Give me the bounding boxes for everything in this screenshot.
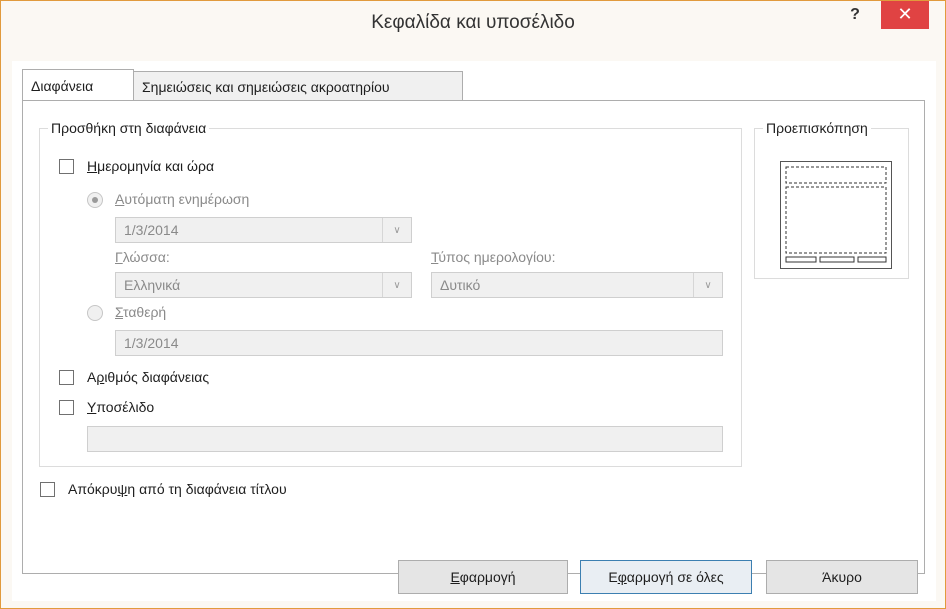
tab-slide-label: Διαφάνεια (31, 78, 94, 94)
include-on-slide-group: Προσθήκη στη διαφάνεια Ημερομηνία και ώρ… (39, 120, 742, 467)
dialog-title: Κεφαλίδα και υποσέλιδο (371, 12, 575, 33)
auto-update-label[interactable]: Αυτόματη ενημέρωση (115, 191, 249, 207)
calendar-type-label: Τύπος ημερολογίου: (431, 249, 556, 265)
fixed-label[interactable]: Σταθερή (115, 304, 166, 320)
chevron-down-icon: ∨ (693, 273, 722, 297)
close-button[interactable]: ✕ (881, 1, 929, 29)
dialog-body: Διαφάνεια Σημειώσεις και σημειώσεις ακρο… (12, 61, 936, 601)
footer-label[interactable]: Υποσέλιδο (87, 399, 154, 415)
date-time-label[interactable]: Ημερομηνία και ώρα (87, 158, 214, 174)
footer-text-field[interactable] (87, 426, 723, 452)
title-bar[interactable]: Κεφαλίδα και υποσέλιδο ? ✕ (1, 1, 945, 45)
auto-date-format-dropdown[interactable]: 1/3/2014 ∨ (115, 217, 412, 243)
footer-checkbox[interactable] (59, 400, 74, 415)
preview-legend: Προεπισκόπηση (763, 120, 871, 136)
slide-preview-thumbnail (780, 161, 892, 269)
header-footer-dialog: Κεφαλίδα και υποσέλιδο ? ✕ Διαφάνεια Σημ… (0, 0, 946, 609)
slide-number-checkbox[interactable] (59, 370, 74, 385)
include-group-legend: Προσθήκη στη διαφάνεια (48, 120, 210, 136)
language-dropdown[interactable]: Ελληνικά ∨ (115, 272, 412, 298)
language-value: Ελληνικά (124, 277, 181, 293)
help-button[interactable]: ? (839, 1, 871, 29)
tab-notes-handouts[interactable]: Σημειώσεις και σημειώσεις ακροατηρίου (133, 71, 463, 101)
tab-slide[interactable]: Διαφάνεια (22, 69, 134, 100)
date-time-checkbox[interactable] (59, 159, 74, 174)
slide-number-label[interactable]: Αριθμός διαφάνειας (87, 369, 209, 385)
fixed-radio[interactable] (87, 305, 103, 321)
cancel-button[interactable]: Άκυρο (766, 560, 918, 594)
chevron-down-icon: ∨ (382, 218, 411, 242)
preview-group: Προεπισκόπηση (754, 120, 909, 279)
fixed-date-value: 1/3/2014 (124, 335, 179, 351)
fixed-date-field[interactable]: 1/3/2014 (115, 330, 723, 356)
hide-on-title-slide-label[interactable]: Απόκρυψη από τη διαφάνεια τίτλου (68, 481, 287, 497)
auto-update-radio[interactable] (87, 192, 103, 208)
calendar-type-dropdown[interactable]: Δυτικό ∨ (431, 272, 723, 298)
calendar-type-value: Δυτικό (440, 277, 481, 293)
language-label: Γλώσσα: (115, 249, 170, 265)
tab-panel-slide: Προσθήκη στη διαφάνεια Ημερομηνία και ώρ… (22, 100, 925, 574)
chevron-down-icon: ∨ (382, 273, 411, 297)
apply-to-all-button[interactable]: Εφαρμογή σε όλες (580, 560, 752, 594)
tab-notes-handouts-label: Σημειώσεις και σημειώσεις ακροατηρίου (142, 79, 390, 95)
hide-on-title-slide-checkbox[interactable] (40, 482, 55, 497)
apply-button[interactable]: Εφαρμογή (398, 560, 568, 594)
auto-date-value: 1/3/2014 (124, 222, 179, 238)
